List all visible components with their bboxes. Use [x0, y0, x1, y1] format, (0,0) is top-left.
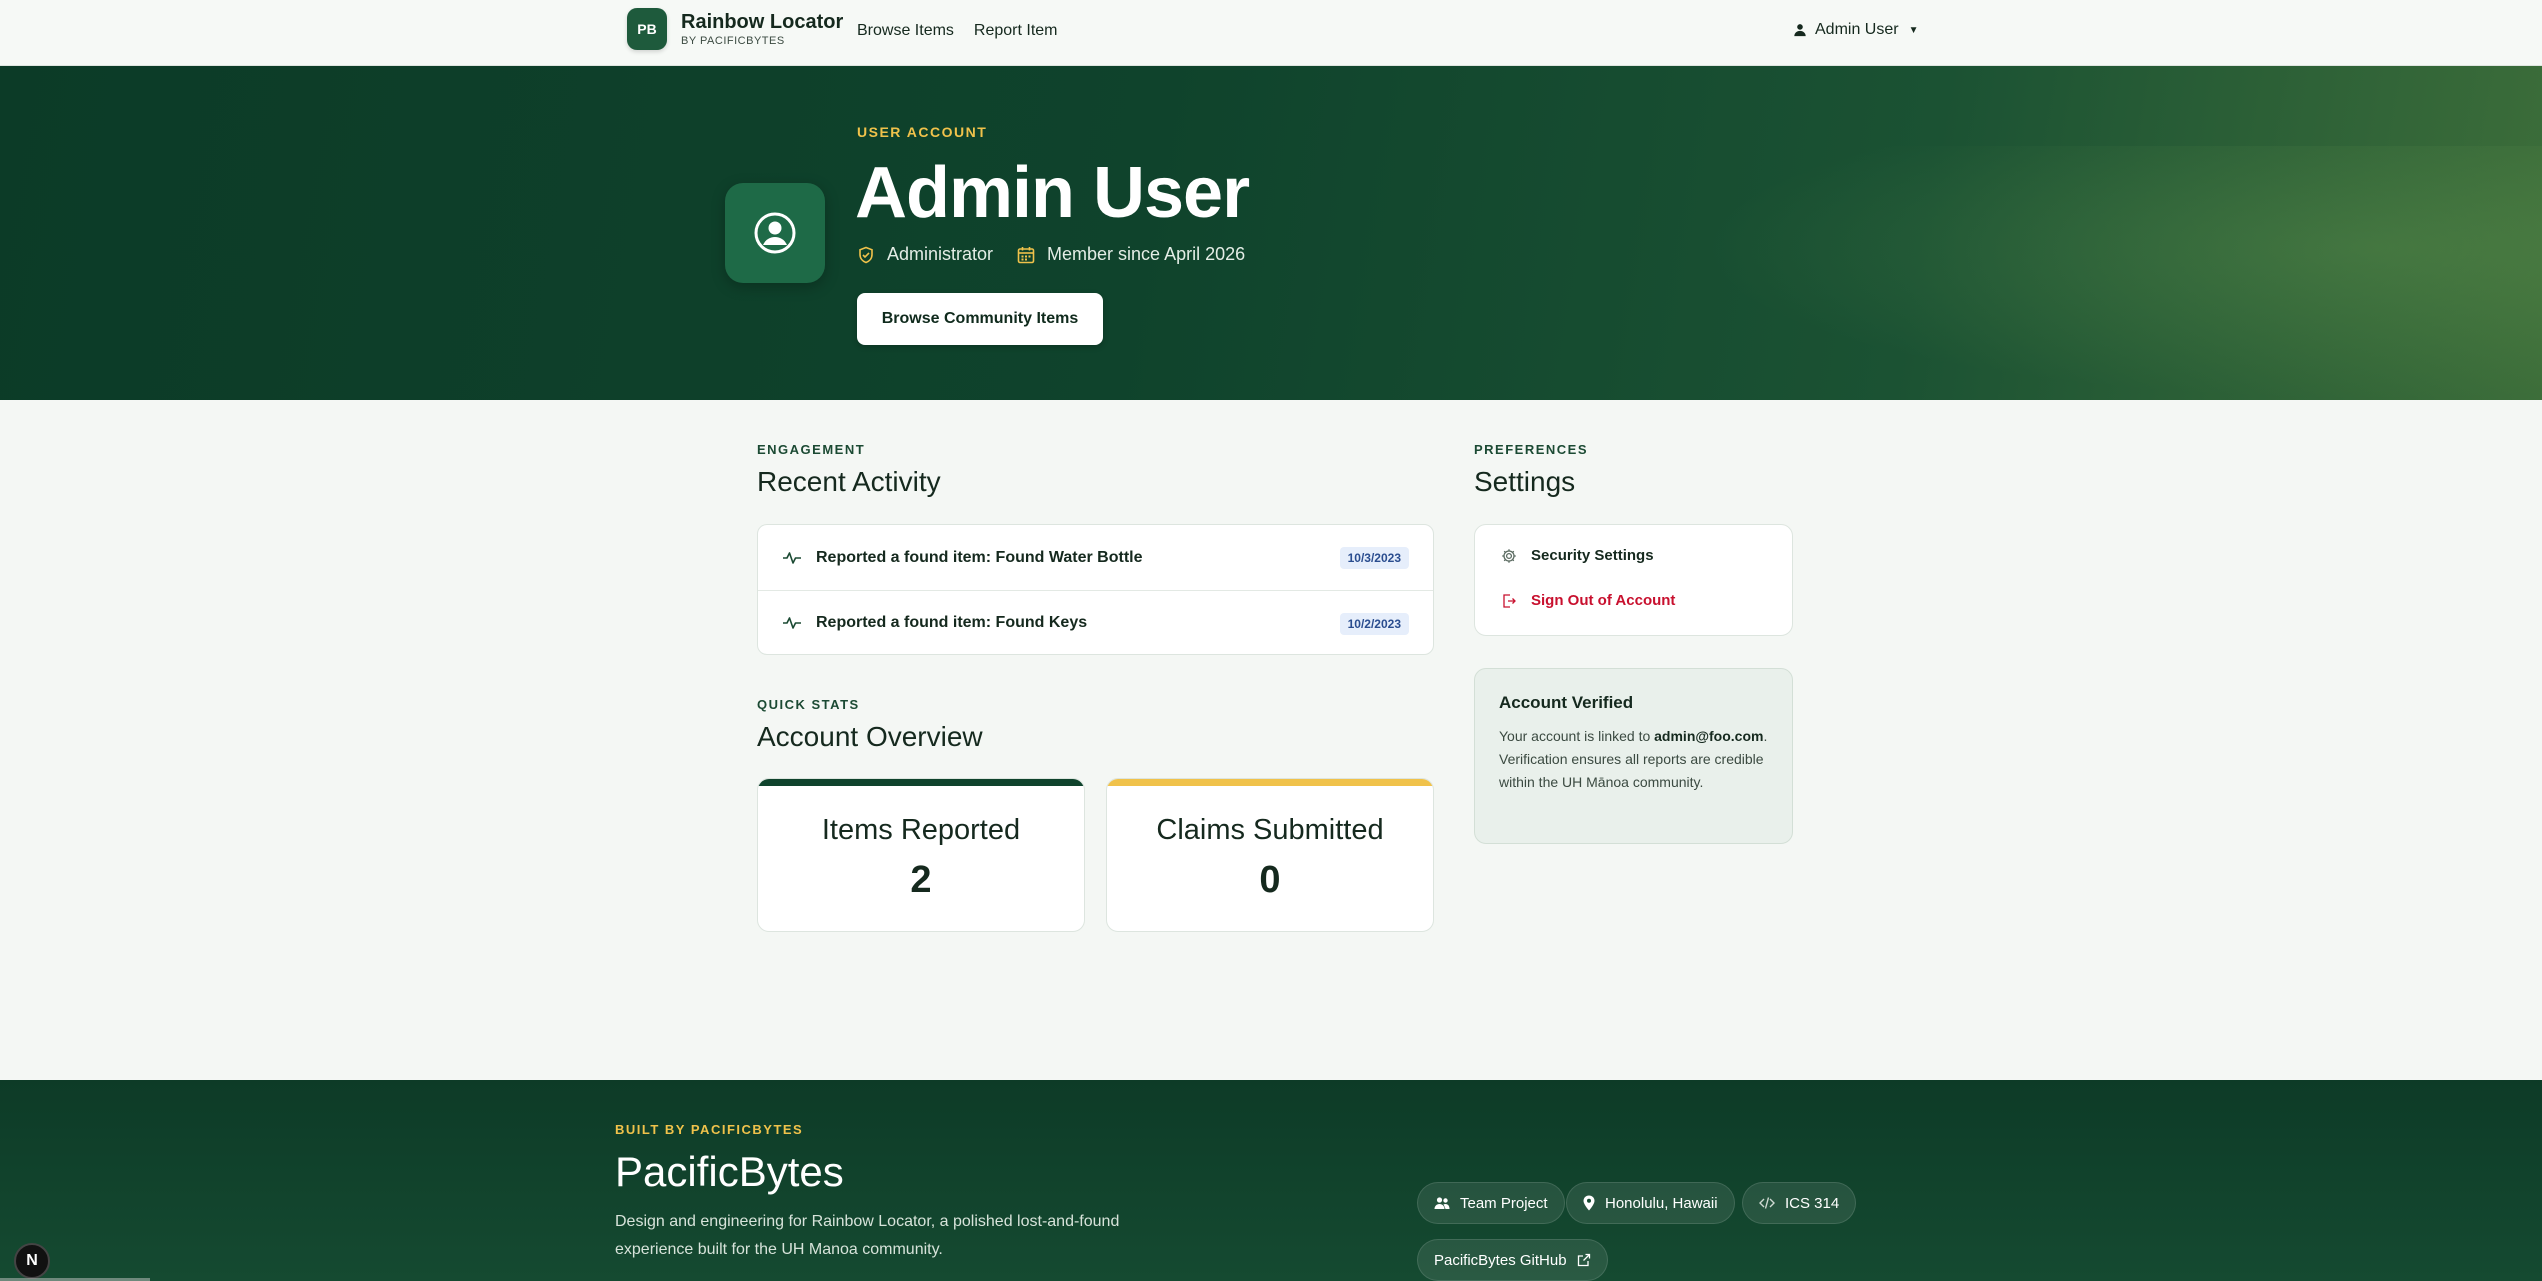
member-since-meta: Member since April 2026: [1017, 244, 1245, 265]
hero-glow: [1700, 146, 2542, 400]
list-item[interactable]: Reported a found item: Found Water Bottl…: [758, 525, 1433, 590]
verified-title: Account Verified: [1499, 693, 1634, 712]
activity-pulse-icon: [782, 615, 802, 631]
activity-text: Reported a found item: Found Water Bottl…: [816, 548, 1143, 566]
people-icon: [1434, 1196, 1450, 1210]
chip-location[interactable]: Honolulu, Hawaii: [1566, 1182, 1735, 1224]
activity-list: Reported a found item: Found Water Bottl…: [757, 524, 1434, 655]
footer-title: PacificBytes: [615, 1148, 844, 1195]
sign-out-icon: [1501, 593, 1517, 609]
list-item[interactable]: Reported a found item: Found Keys 10/2/2…: [758, 590, 1433, 654]
sign-out-label: Sign Out of Account: [1531, 592, 1676, 609]
brand-subtitle: BY PACIFICBYTES: [681, 34, 785, 47]
footer-eyebrow: BUILT BY PACIFICBYTES: [615, 1122, 804, 1137]
nav-link-browse-items[interactable]: Browse Items: [857, 22, 954, 40]
brand-logo[interactable]: PB Rainbow Locator BY PACIFICBYTES: [627, 8, 843, 50]
chip-course[interactable]: ICS 314: [1742, 1182, 1857, 1224]
browse-community-items-button[interactable]: Browse Community Items: [857, 293, 1103, 345]
member-since-label: Member since April 2026: [1047, 244, 1246, 264]
verified-text: Your account is linked to admin@foo.com.…: [1499, 725, 1768, 794]
external-link-icon: [1577, 1253, 1591, 1267]
activity-title: Recent Activity: [757, 466, 941, 497]
verified-prefix: Your account is linked to: [1499, 728, 1655, 744]
shield-check-icon: [857, 246, 875, 264]
stat-card-claims-submitted: Claims Submitted 0: [1106, 778, 1434, 932]
brand-badge: PB: [627, 8, 667, 50]
sign-out-link[interactable]: Sign Out of Account: [1501, 592, 1675, 609]
footer-description: Design and engineering for Rainbow Locat…: [615, 1213, 1120, 1258]
stats-title: Account Overview: [757, 721, 983, 752]
nav-links: Browse Items Report Item: [857, 22, 1058, 40]
chip-team-project[interactable]: Team Project: [1417, 1182, 1565, 1224]
role-label: Administrator: [887, 244, 994, 264]
stat-label: Items Reported: [821, 814, 1021, 846]
settings-eyebrow: PREFERENCES: [1474, 442, 1589, 457]
chip-label: Honolulu, Hawaii: [1605, 1194, 1718, 1212]
verified-email: admin@foo.com: [1654, 728, 1764, 744]
stat-value: 2: [910, 859, 932, 901]
account-verified-card: Account Verified Your account is linked …: [1474, 668, 1793, 844]
footer: BUILT BY PACIFICBYTES PacificBytes Desig…: [0, 1080, 2542, 1281]
brand-title: Rainbow Locator: [681, 10, 844, 33]
chip-label: Team Project: [1460, 1194, 1548, 1212]
hero-meta: Administrator Member since April 2026: [857, 244, 1269, 265]
settings-card: Security Settings Sign Out of Account: [1474, 524, 1793, 636]
stat-value: 0: [1259, 859, 1281, 901]
caret-down-icon: ▼: [1908, 24, 1919, 36]
chip-label: PacificBytes GitHub: [1434, 1251, 1567, 1269]
settings-title: Settings: [1474, 466, 1576, 497]
calendar-icon: [1017, 246, 1035, 264]
page-title: Admin User: [855, 153, 1250, 233]
dev-tools-badge[interactable]: N: [14, 1243, 50, 1279]
stat-accent-bar: [1107, 779, 1433, 786]
hero-eyebrow: USER ACCOUNT: [857, 124, 988, 140]
user-menu-dropdown[interactable]: Admin User ▼: [1793, 21, 1918, 39]
navbar: PB Rainbow Locator BY PACIFICBYTES Brows…: [0, 0, 2542, 66]
brand-text: Rainbow Locator BY PACIFICBYTES: [681, 12, 843, 47]
user-menu-label: Admin User: [1815, 21, 1899, 38]
activity-text: Reported a found item: Found Keys: [816, 614, 1088, 631]
stats-eyebrow: QUICK STATS: [757, 697, 860, 712]
gear-icon: [1501, 548, 1517, 564]
avatar: [725, 183, 825, 283]
security-settings-link[interactable]: Security Settings: [1501, 547, 1654, 564]
stat-card-items-reported: Items Reported 2: [757, 778, 1085, 932]
map-pin-icon: [1583, 1195, 1595, 1211]
user-circle-icon: [753, 211, 797, 255]
activity-eyebrow: ENGAGEMENT: [757, 442, 866, 457]
stat-accent-bar: [758, 779, 1084, 786]
profile-hero: USER ACCOUNT Admin User Administrator Me…: [0, 66, 2542, 400]
activity-pulse-icon: [782, 550, 802, 566]
person-icon: [1793, 23, 1807, 37]
chip-label: ICS 314: [1785, 1194, 1840, 1212]
date-badge: 10/3/2023: [1339, 547, 1409, 569]
chip-github-link[interactable]: PacificBytes GitHub: [1417, 1239, 1608, 1281]
nav-link-report-item[interactable]: Report Item: [974, 22, 1058, 40]
role-meta: Administrator: [857, 244, 993, 265]
security-settings-label: Security Settings: [1531, 547, 1654, 564]
stat-label: Claims Submitted: [1156, 814, 1384, 846]
code-icon: [1759, 1196, 1775, 1210]
date-badge: 10/2/2023: [1339, 613, 1409, 635]
